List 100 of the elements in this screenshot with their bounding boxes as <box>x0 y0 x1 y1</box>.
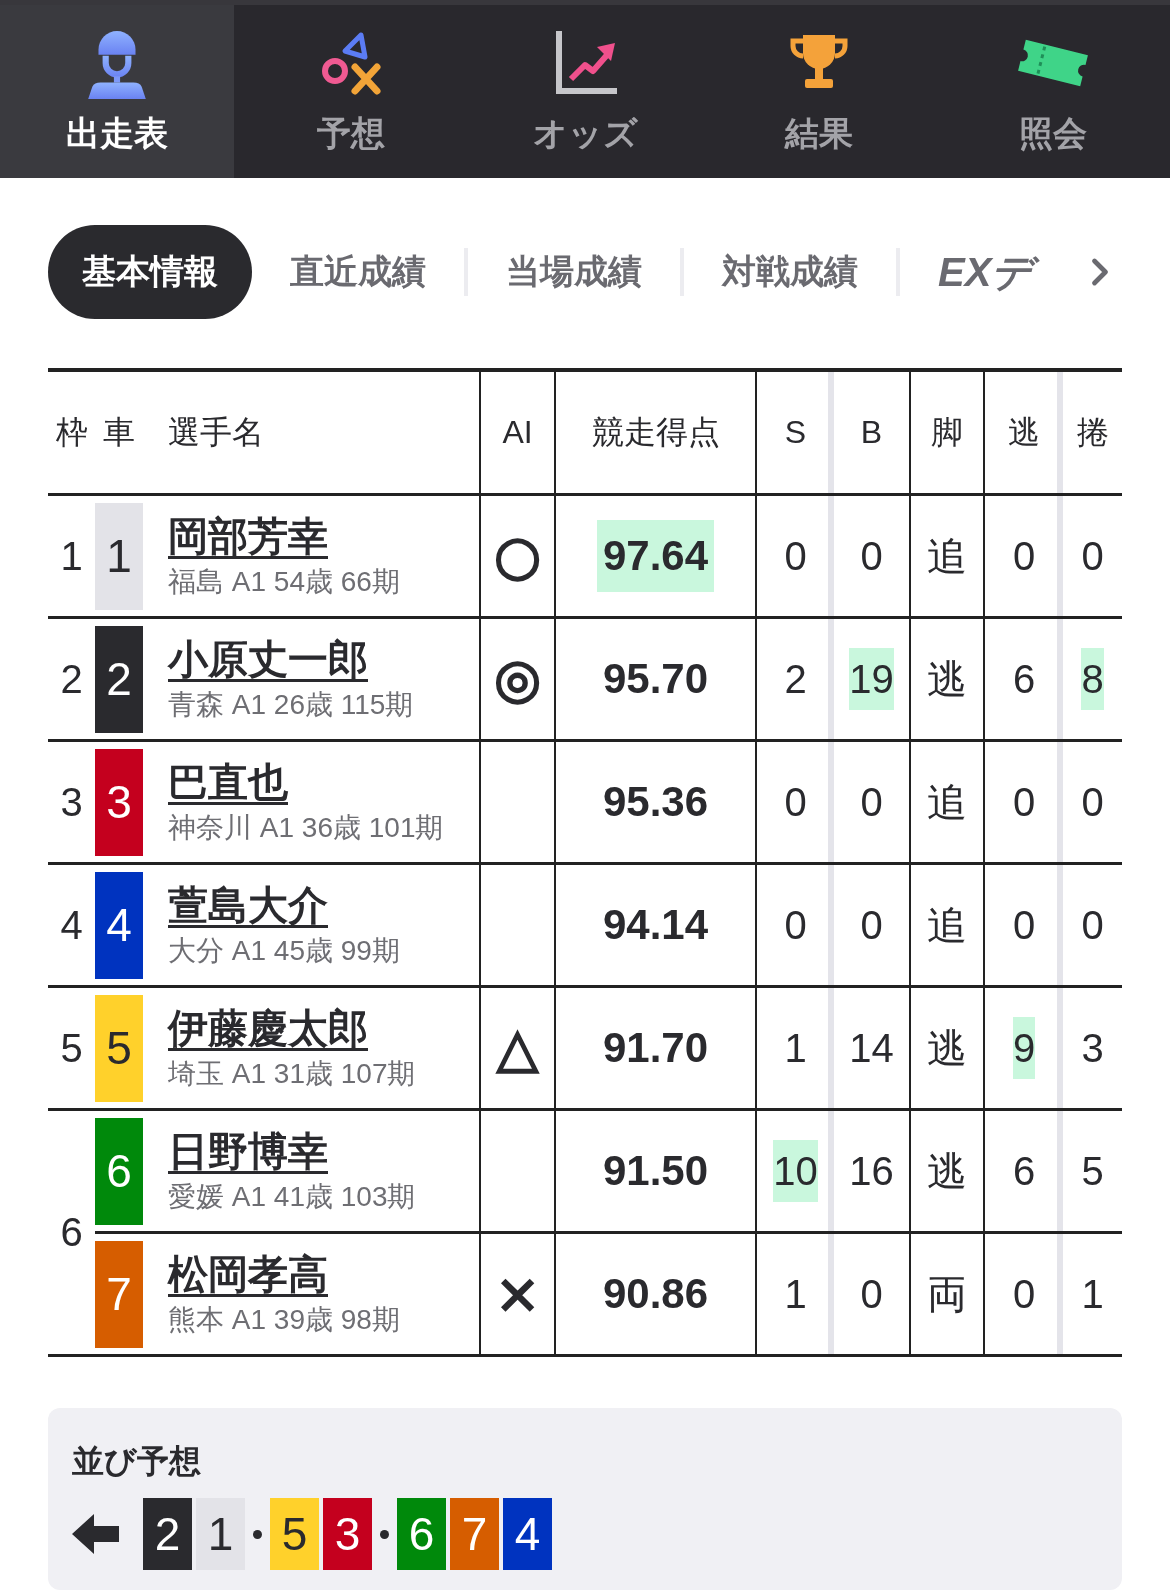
frame-number: 4 <box>60 902 83 947</box>
subtab[interactable]: 当場成績 <box>468 225 680 319</box>
subtab[interactable]: 対戦成績 <box>684 225 896 319</box>
column-header: AI <box>502 414 533 450</box>
separator-dot-icon <box>380 1529 389 1539</box>
frame-number: 6 <box>60 1210 83 1254</box>
stat-value: 8 <box>1081 648 1104 710</box>
column-header: S <box>784 414 807 450</box>
race-score: 91.50 <box>601 1146 710 1196</box>
rider-name-link[interactable]: 伊藤慶太郎 <box>168 1004 368 1052</box>
stat-value: 19 <box>849 648 894 710</box>
car-number-tile: 5 <box>270 1498 319 1570</box>
rider-profile: 愛媛 A1 41歳 103期 <box>168 1180 416 1214</box>
frame-number: 3 <box>60 779 83 824</box>
stat-value: 0 <box>1012 533 1036 580</box>
rider-name-link[interactable]: 小原丈一郎 <box>168 635 368 683</box>
panel-title: 並び予想 <box>72 1442 201 1480</box>
separator-dot-icon <box>253 1529 262 1539</box>
race-score: 90.86 <box>601 1269 710 1319</box>
rider-name-link[interactable]: 岡部芳幸 <box>168 512 328 560</box>
stat-value: 1 <box>784 1271 807 1318</box>
stat-value: 0 <box>1081 533 1104 580</box>
rider-name-link[interactable]: 松岡孝高 <box>168 1250 328 1298</box>
stat-value: 0 <box>1081 779 1104 826</box>
stat-value: 0 <box>1012 1271 1036 1318</box>
race-score: 91.70 <box>601 1023 710 1073</box>
stat-value: 16 <box>849 1148 894 1195</box>
rider-name-link[interactable]: 萱島大介 <box>168 881 328 929</box>
stat-value: 1 <box>784 1025 807 1072</box>
car-number-tile: 6 <box>95 1117 143 1225</box>
stat-value: 0 <box>860 902 883 949</box>
rider-profile: 福島 A1 54歳 66期 <box>168 565 400 599</box>
car-number-tile: 2 <box>95 625 143 733</box>
stat-value: 0 <box>1081 902 1104 949</box>
stat-value: 逃 <box>927 1025 967 1072</box>
stat-value: 6 <box>1012 656 1036 703</box>
left-arrow-icon <box>72 1514 119 1554</box>
nav-tab[interactable]: 結果 <box>702 5 936 178</box>
column-header: 車 <box>103 413 135 450</box>
car-number-tile: 7 <box>450 1498 499 1570</box>
column-header: 競走得点 <box>591 413 720 450</box>
ai-mark: ○ <box>493 526 542 586</box>
stat-value: 0 <box>860 533 883 580</box>
nav-tab[interactable]: オッズ <box>468 5 702 178</box>
column-header: 選手名 <box>168 413 264 450</box>
rider-profile: 神奈川 A1 36歳 101期 <box>168 811 444 845</box>
stat-value: 逃 <box>927 1148 967 1195</box>
car-number-tile: 1 <box>95 502 143 610</box>
nav-tab[interactable]: 出走表 <box>0 5 234 178</box>
stat-value: 2 <box>784 656 807 703</box>
car-number-tile: 3 <box>95 748 143 856</box>
stat-value: 5 <box>1081 1148 1104 1195</box>
rider-profile: 大分 A1 45歳 99期 <box>168 934 400 968</box>
subtab[interactable]: EXデ <box>900 225 1071 319</box>
stat-value: 追 <box>927 533 967 580</box>
ai-mark: △ <box>496 1018 539 1078</box>
car-number-tile: 2 <box>143 1498 192 1570</box>
race-score: 95.36 <box>601 777 710 827</box>
car-number-tile: 4 <box>503 1498 552 1570</box>
stat-value: 0 <box>784 902 807 949</box>
stat-value: 10 <box>773 1140 818 1202</box>
rider-name-link[interactable]: 日野博幸 <box>168 1127 328 1175</box>
stat-value: 14 <box>849 1025 894 1072</box>
stat-value: 0 <box>860 1271 883 1318</box>
car-number-tile: 1 <box>196 1498 245 1570</box>
stat-value: 0 <box>860 779 883 826</box>
ai-mark: ◎ <box>493 649 542 709</box>
subtab[interactable]: 基本情報 <box>48 225 252 319</box>
race-score: 94.14 <box>601 900 710 950</box>
stat-value: 逃 <box>927 656 967 703</box>
column-header: B <box>860 414 883 450</box>
rider-profile: 熊本 A1 39歳 98期 <box>168 1303 400 1337</box>
rider-profile: 青森 A1 26歳 115期 <box>168 688 414 722</box>
stat-value: 9 <box>1012 1017 1036 1079</box>
nav-tab[interactable]: 予想 <box>234 5 468 178</box>
stat-value: 6 <box>1012 1148 1036 1195</box>
nav-tab[interactable]: 照会 <box>936 5 1170 178</box>
car-number-tile: 6 <box>397 1498 446 1570</box>
column-header: 枠 <box>55 413 88 450</box>
stat-value: 0 <box>784 779 807 826</box>
column-header: 捲 <box>1076 413 1109 450</box>
frame-number: 5 <box>60 1025 83 1070</box>
rider-name-link[interactable]: 巴直也 <box>168 758 288 806</box>
stat-value: 0 <box>784 533 807 580</box>
column-header: 脚 <box>931 413 963 450</box>
stat-value: 0 <box>1012 779 1036 826</box>
race-score: 95.70 <box>601 654 710 704</box>
frame-number: 1 <box>60 533 83 578</box>
car-number-tile: 4 <box>95 871 143 979</box>
car-number-tile: 3 <box>323 1498 372 1570</box>
subtab[interactable]: 直近成績 <box>252 225 464 319</box>
car-number-tile: 5 <box>95 994 143 1102</box>
column-header: 逃 <box>1008 413 1040 450</box>
rider-profile: 埼玉 A1 31歳 107期 <box>168 1057 416 1091</box>
stat-value: 追 <box>927 779 967 826</box>
stat-value: 3 <box>1081 1025 1104 1072</box>
stat-value: 0 <box>1012 902 1036 949</box>
stat-value: 両 <box>927 1271 967 1318</box>
ai-mark: × <box>494 1264 541 1324</box>
stat-value: 追 <box>927 902 967 949</box>
